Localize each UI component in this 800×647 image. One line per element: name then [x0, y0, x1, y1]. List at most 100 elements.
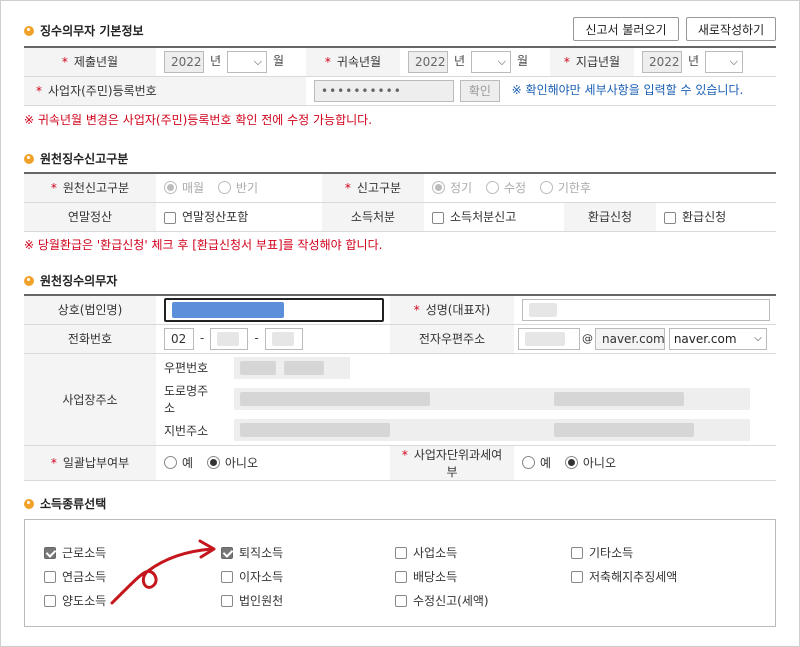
income-item-labor[interactable]: 근로소득: [44, 544, 106, 561]
biz-no-cell: •••••••••• 확인 ※ 확인해야만 세부사항을 입력할 수 있습니다.: [306, 76, 776, 106]
belong-notice: ※ 귀속년월 변경은 사업자(주민)등록번호 확인 전에 수정 가능합니다.: [24, 113, 373, 127]
confirm-button[interactable]: 확인: [459, 79, 500, 102]
phone-label: 전화번호: [24, 324, 156, 354]
belong-ym-cell: 2022 년 ⌵ 월: [400, 46, 550, 77]
income-item-corporate[interactable]: 법인원천: [221, 592, 283, 609]
phone-mid-input[interactable]: [210, 327, 249, 350]
bullet-icon: [24, 25, 34, 36]
half-radio[interactable]: [217, 181, 231, 195]
income-checkbox[interactable]: [395, 594, 407, 607]
income-checkbox[interactable]: [571, 570, 583, 583]
email-cell: @ naver.com naver.com ⌵: [514, 324, 776, 354]
income-item-pension[interactable]: 연금소득: [44, 568, 106, 585]
submit-ym-cell: 2022 년 ⌵ 월: [156, 46, 306, 77]
basic-info-table: * 제출년월 2022 년 ⌵ 월 * 귀속년월 2022 년 ⌵ 월 * 지급년월 2022 년 ⌵…: [24, 46, 776, 106]
income-checkbox[interactable]: [44, 594, 56, 607]
income-item-retirement[interactable]: 퇴직소득: [221, 544, 283, 561]
zip-input[interactable]: [234, 356, 350, 379]
belong-ym-label: * 귀속년월: [306, 46, 400, 77]
lump-no-radio[interactable]: [206, 456, 220, 469]
submit-ym-label: * 제출년월: [24, 46, 156, 77]
submit-year-input[interactable]: 2022: [164, 50, 204, 73]
income-item-transfer[interactable]: 양도소득: [44, 592, 106, 609]
road-address-label: 도로명주소: [164, 384, 209, 415]
late-radio[interactable]: [539, 181, 553, 195]
monthly-radio[interactable]: [164, 181, 177, 195]
refund-checkbox[interactable]: [664, 211, 676, 224]
income-checkbox[interactable]: [571, 546, 583, 559]
unit-tax-cell: 예 아니오: [514, 445, 776, 481]
company-cell: [156, 294, 390, 325]
income-item-business[interactable]: 사업소득: [395, 544, 457, 561]
pay-month-select[interactable]: ⌵: [705, 50, 744, 73]
year-end-label: 연말정산: [24, 202, 156, 232]
income-checkbox[interactable]: [395, 546, 407, 559]
income-disposal-cell: 소득처분신고: [424, 202, 564, 232]
report-kind-cell: 매월 반기: [156, 172, 322, 203]
pay-year-input[interactable]: 2022: [642, 50, 682, 73]
bullet-icon: [24, 498, 34, 509]
phone-area-input[interactable]: 02: [164, 327, 194, 350]
email-label: 전자우편주소: [390, 324, 514, 354]
report-type-table: * 원천신고구분 매월 반기 * 신고구분 정기 수정 기한후 연말정산 연말정산포…: [24, 172, 776, 232]
zip-cell: [226, 353, 776, 382]
income-checkbox[interactable]: [395, 570, 407, 583]
new-write-button[interactable]: 새로작성하기: [686, 17, 776, 41]
phone-cell: 02- -: [156, 324, 390, 354]
ceo-cell: [514, 294, 776, 325]
ceo-label: * 성명(대표자): [390, 294, 514, 325]
income-item-interest[interactable]: 이자소득: [221, 568, 283, 585]
refund-cell: 환급신청: [656, 202, 776, 232]
income-checkbox[interactable]: [44, 546, 56, 559]
section-title-income-type: 소득종류선택: [24, 495, 106, 512]
lump-yes-radio[interactable]: [164, 456, 177, 469]
income-disposal-label: 소득처분: [322, 202, 424, 232]
email-domain-select[interactable]: naver.com ⌵: [668, 327, 767, 350]
biz-no-label: * 사업자(주민)등록번호: [24, 76, 306, 106]
company-input[interactable]: [164, 297, 384, 322]
unit-tax-yes-radio[interactable]: [522, 456, 535, 469]
regular-radio[interactable]: [432, 181, 445, 195]
load-report-button[interactable]: 신고서 불러오기: [573, 17, 679, 41]
belong-year-input[interactable]: 2022: [408, 50, 448, 73]
email-domain-input[interactable]: naver.com: [595, 327, 665, 350]
phone-last-input[interactable]: [264, 327, 303, 350]
redacted-text: [172, 301, 284, 318]
lot-address-input[interactable]: [234, 419, 750, 442]
income-item-dividend[interactable]: 배당소득: [395, 568, 457, 585]
unit-tax-no-radio[interactable]: [564, 456, 578, 469]
income-item-other[interactable]: 기타소득: [571, 544, 633, 561]
report-kind-label: * 원천신고구분: [24, 172, 156, 203]
road-address-input[interactable]: [234, 388, 750, 410]
ceo-input[interactable]: [522, 298, 770, 321]
unit-tax-label: * 사업자단위과세여부: [390, 445, 514, 481]
income-item-savings-tax[interactable]: 저축해지추징세액: [571, 568, 677, 585]
report-type-label: * 신고구분: [322, 172, 424, 203]
lump-payment-cell: 예 아니오: [156, 445, 390, 481]
lot-address-label: 지번주소: [156, 416, 226, 446]
agent-table: 상호(법인명) * 성명(대표자) 전화번호 02- - 전자우편주소 @ naver…: [24, 294, 776, 481]
section-title-withholding-agent: 원천징수의무자: [24, 272, 117, 289]
lump-payment-label: * 일괄납부여부: [24, 445, 156, 481]
year-end-checkbox[interactable]: [164, 211, 176, 224]
refund-notice: ※ 당월환급은 '환급신청' 체크 후 [환급신청서 부표]를 작성해야 합니다…: [24, 238, 383, 252]
annotation-arrow-icon: [110, 539, 216, 605]
income-checkbox[interactable]: [44, 570, 56, 583]
biz-no-input[interactable]: ••••••••••: [314, 79, 454, 102]
year-end-cell: 연말정산포함: [156, 202, 322, 232]
email-id-input[interactable]: [518, 327, 580, 350]
bullet-icon: [24, 275, 34, 286]
section-title-payer-basic: 징수의무자 기본정보: [24, 22, 144, 39]
amend-radio[interactable]: [485, 181, 499, 195]
belong-month-select[interactable]: ⌵: [471, 50, 512, 73]
company-label: 상호(법인명): [24, 294, 156, 325]
report-type-cell: 정기 수정 기한후: [424, 172, 776, 203]
section-title-withholding-type: 원천징수신고구분: [24, 150, 128, 167]
biz-no-hint: ※ 확인해야만 세부사항을 입력할 수 있습니다.: [511, 83, 744, 97]
bullet-icon: [24, 153, 34, 164]
lot-address-cell: [226, 416, 776, 446]
pay-ym-cell: 2022 년 ⌵: [634, 46, 776, 77]
income-disposal-checkbox[interactable]: [432, 211, 444, 224]
submit-month-select[interactable]: ⌵: [227, 50, 268, 73]
income-item-amended[interactable]: 수정신고(세액): [395, 592, 489, 609]
